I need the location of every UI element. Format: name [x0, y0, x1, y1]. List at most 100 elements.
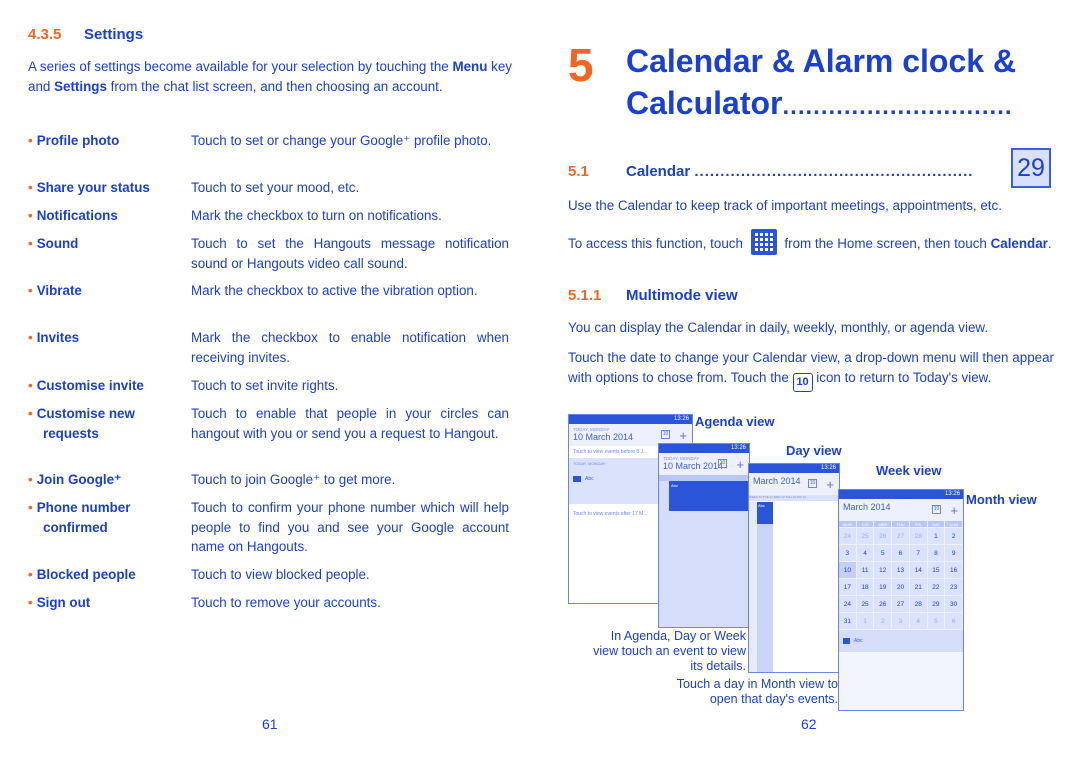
- bullet-icon: •: [28, 406, 33, 421]
- setting-term: • Sign out: [28, 595, 91, 610]
- month-day-cell[interactable]: 1: [927, 528, 946, 545]
- bullet-icon: •: [28, 283, 33, 298]
- month-day-cell[interactable]: 17: [839, 579, 857, 596]
- bullet-icon: •: [28, 595, 33, 610]
- multimode-heading: 5.1.1 Multimode view: [568, 287, 738, 304]
- month-day-cell[interactable]: 5: [874, 545, 893, 562]
- month-day-cell[interactable]: 27: [892, 528, 910, 545]
- setting-term: • Customise invite: [28, 378, 144, 393]
- month-day-cell[interactable]: 5: [927, 613, 946, 630]
- weekday-header: SAT: [927, 521, 946, 528]
- month-day-cell[interactable]: 1: [856, 613, 875, 630]
- event-color-icon: [573, 476, 581, 482]
- month-day-cell[interactable]: 11: [856, 562, 875, 579]
- setting-description: Mark the checkbox to enable notification…: [191, 330, 509, 365]
- month-day-cell[interactable]: 15: [927, 562, 946, 579]
- month-day-cell[interactable]: 31: [839, 613, 857, 630]
- weekday-header: WED: [874, 521, 893, 528]
- month-day-cell[interactable]: 14: [909, 562, 928, 579]
- month-day-cell[interactable]: 19: [874, 579, 893, 596]
- month-day-cell[interactable]: 13: [892, 562, 910, 579]
- month-day-cell[interactable]: 6: [945, 613, 963, 630]
- day-view-label: Day view: [786, 443, 842, 458]
- month-day-cell[interactable]: 26: [874, 528, 893, 545]
- agenda-view-label: Agenda view: [695, 414, 775, 429]
- month-day-cell[interactable]: 22: [927, 579, 946, 596]
- multimode-text-1: You can display the Calendar in daily, w…: [568, 320, 989, 335]
- month-day-cell[interactable]: 8: [927, 545, 946, 562]
- setting-description: Touch to remove your accounts.: [191, 595, 381, 610]
- weekday-header: FRI: [909, 521, 928, 528]
- bullet-icon: •: [28, 567, 33, 582]
- month-grid: MON TUE WED THU FRI SAT SUN 24 25 26 27 28 1 2 3 4 5 6 7 8 9…: [839, 521, 963, 630]
- month-day-cell[interactable]: 25: [856, 528, 875, 545]
- bullet-icon: •: [28, 208, 33, 223]
- month-day-cell[interactable]: 12: [874, 562, 893, 579]
- month-day-cell[interactable]: 27: [892, 596, 910, 613]
- month-day-cell[interactable]: 28: [909, 528, 928, 545]
- setting-description: Touch to set invite rights.: [191, 378, 339, 393]
- setting-description: Touch to set or change your Google⁺ prof…: [191, 133, 492, 148]
- month-day-cell[interactable]: 4: [856, 545, 875, 562]
- setting-term: • Sound: [28, 236, 79, 251]
- settings-intro: A series of settings become available fo…: [28, 59, 512, 94]
- month-day-cell[interactable]: 29: [927, 596, 946, 613]
- bullet-icon: •: [28, 472, 33, 487]
- bullet-icon: •: [28, 378, 33, 393]
- setting-term: • Phone number confirmed: [28, 500, 131, 535]
- bullet-icon: •: [28, 180, 33, 195]
- setting-term: • Invites: [28, 330, 80, 345]
- section-heading: 4.3.5 Settings: [28, 26, 143, 43]
- month-day-cell[interactable]: 24: [839, 596, 857, 613]
- bullet-icon: •: [28, 330, 33, 345]
- month-day-cell[interactable]: 30: [945, 596, 963, 613]
- month-day-cell[interactable]: 26: [874, 596, 893, 613]
- month-day-cell[interactable]: 9: [945, 545, 963, 562]
- calendar-intro: Use the Calendar to keep track of import…: [568, 198, 1002, 213]
- month-day-cell[interactable]: 2: [945, 528, 963, 545]
- weekday-header: THU: [892, 521, 910, 528]
- bullet-icon: •: [28, 236, 33, 251]
- day-view-screenshot: 13:26 TODAY, MONDAY 10 March 2014 10 + Abc: [658, 443, 750, 628]
- calendar-access-text: To access this function, touch from the …: [568, 229, 1054, 255]
- setting-term: • Customise new requests: [28, 406, 135, 441]
- month-day-cell[interactable]: 18: [856, 579, 875, 596]
- month-day-cell[interactable]: 4: [909, 613, 928, 630]
- month-day-cell[interactable]: 20: [892, 579, 910, 596]
- setting-term: • Blocked people: [28, 567, 136, 582]
- setting-term: • Profile photo: [28, 133, 120, 148]
- all-apps-icon: [750, 229, 777, 255]
- caption-month-day: Touch a day in Month view to open that d…: [676, 677, 838, 706]
- month-day-cell[interactable]: 6: [892, 545, 910, 562]
- setting-term: • Join Google⁺: [28, 472, 122, 487]
- month-day-cell[interactable]: 3: [839, 545, 857, 562]
- bullet-icon: •: [28, 500, 33, 515]
- setting-term: • Vibrate: [28, 283, 82, 298]
- weekday-header: TUE: [856, 521, 875, 528]
- section-title: Settings: [84, 26, 144, 43]
- setting-description: Touch to set the Hangouts message notifi…: [191, 236, 509, 271]
- setting-description: Touch to confirm your phone number which…: [191, 500, 509, 554]
- section-number: 4.3.5: [28, 26, 62, 43]
- page-number: 61: [262, 716, 278, 732]
- setting-term: • Notifications: [28, 208, 118, 223]
- month-day-cell[interactable]: 16: [945, 562, 963, 579]
- setting-description: Touch to set your mood, etc.: [191, 180, 360, 195]
- month-day-cell[interactable]: 25: [856, 596, 875, 613]
- weekday-header: SUN: [945, 521, 963, 528]
- caption-event-details: In Agenda, Day or Week view touch an eve…: [593, 629, 746, 673]
- month-day-cell[interactable]: 21: [909, 579, 928, 596]
- month-view-label: Month view: [966, 492, 1037, 507]
- month-day-cell[interactable]: 24: [839, 528, 857, 545]
- page-number: 62: [801, 716, 817, 732]
- chapter-number: 5: [568, 39, 594, 91]
- setting-term: • Share your status: [28, 180, 150, 195]
- month-day-cell[interactable]: 3: [892, 613, 910, 630]
- month-day-cell[interactable]: 23: [945, 579, 963, 596]
- calendar-section-heading: 5.1 Calendar ............................…: [568, 163, 974, 180]
- month-day-cell[interactable]: 28: [909, 596, 928, 613]
- month-day-cell[interactable]: 10: [839, 562, 857, 579]
- today-icon: 10: [792, 372, 813, 392]
- month-day-cell[interactable]: 2: [874, 613, 893, 630]
- month-day-cell[interactable]: 7: [909, 545, 928, 562]
